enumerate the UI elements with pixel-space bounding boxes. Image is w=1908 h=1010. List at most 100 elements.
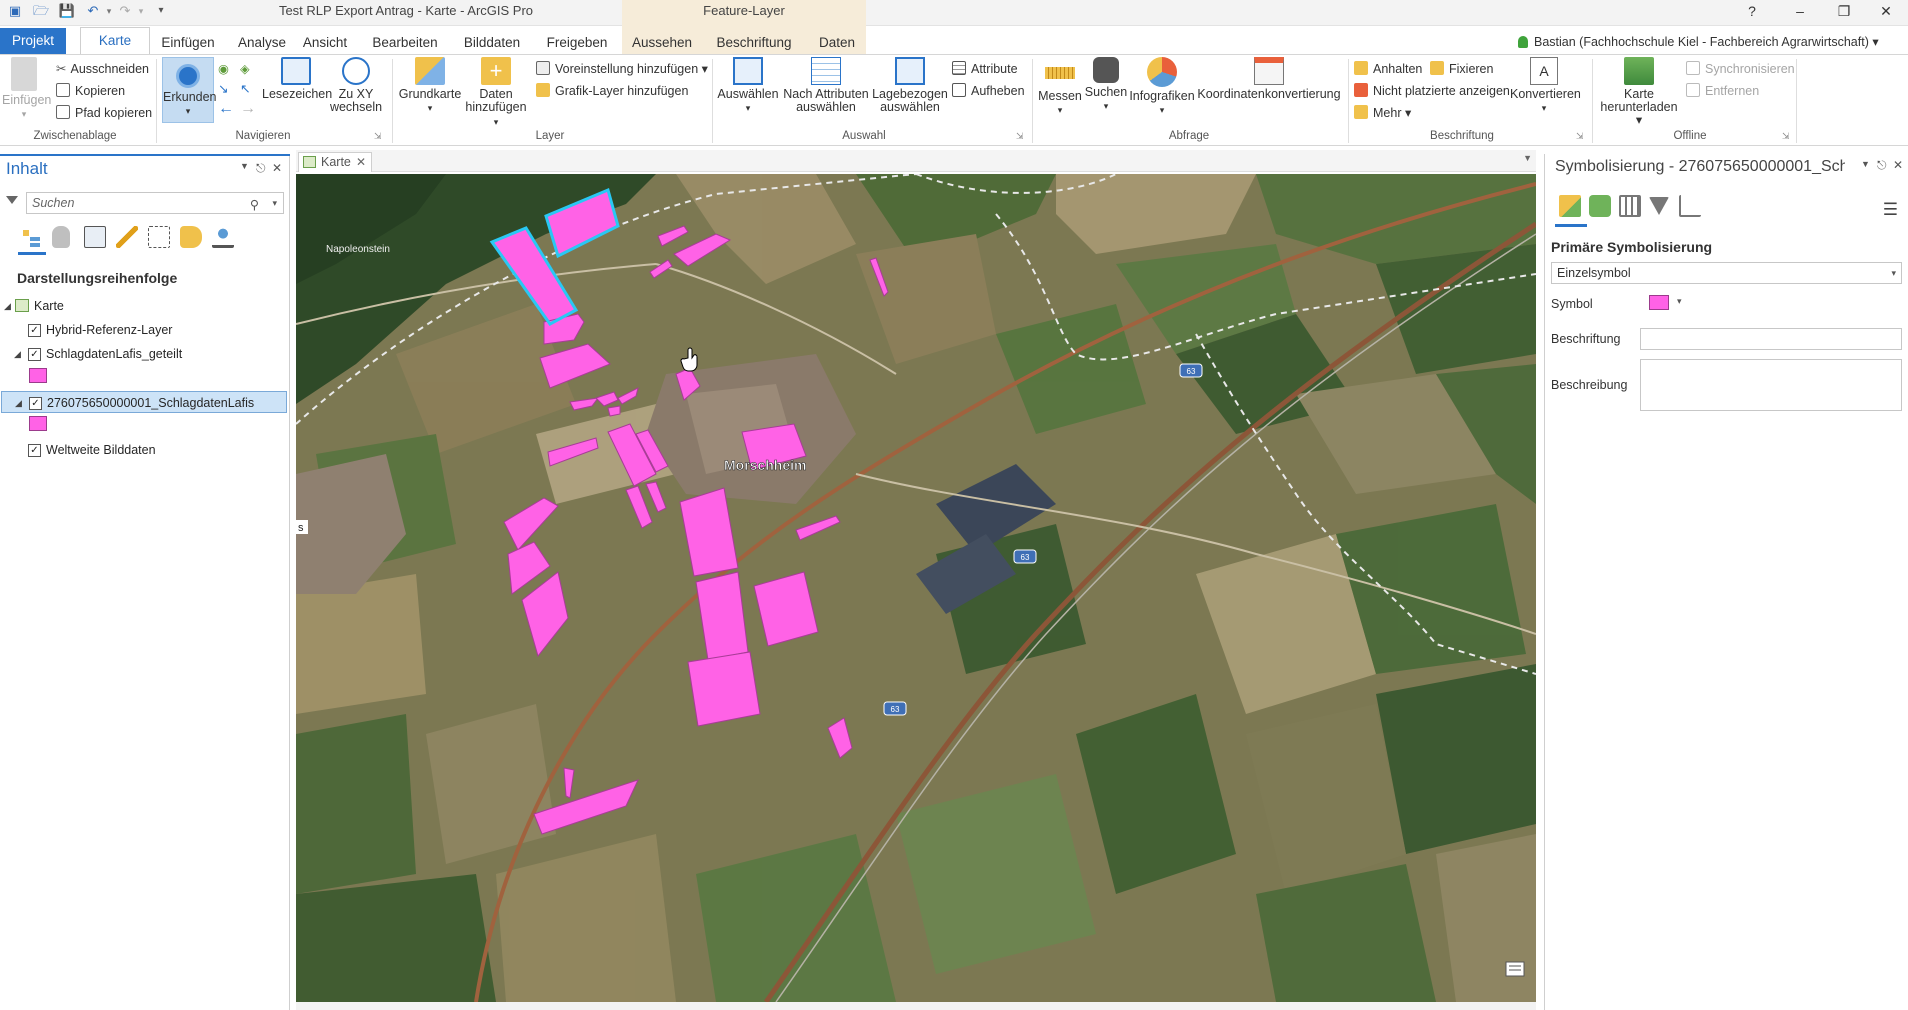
lesezeichen-button[interactable]: Lesezeichen [262, 57, 332, 101]
pane-options-icon[interactable]: ▼ [240, 161, 249, 171]
grundkarte-button[interactable]: Grundkarte ▾ [396, 57, 464, 115]
search-dropdown-icon[interactable]: ▾ [272, 193, 277, 213]
symbol-dropdown-icon[interactable]: ▾ [1677, 296, 1682, 307]
fixieren-button[interactable]: Fixieren [1430, 59, 1493, 79]
kopieren-button[interactable]: Kopieren [56, 81, 125, 101]
help-button[interactable]: ? [1732, 0, 1772, 22]
collapse-icon[interactable]: ◢ [15, 392, 22, 414]
ausschneiden-button[interactable]: ✂ Ausschneiden [56, 59, 149, 79]
hamburger-menu-icon[interactable]: ☰ [1883, 200, 1898, 220]
new-project-icon[interactable]: ▣ [6, 3, 24, 19]
grafik-layer-hinzufuegen-button[interactable]: Grafik-Layer hinzufügen [536, 81, 688, 101]
close-pane-icon[interactable]: ✕ [272, 161, 282, 175]
einfuegen-button[interactable]: Einfügen ▾ [2, 57, 51, 121]
pin-pane-icon[interactable]: ⎋ [256, 161, 266, 176]
filter-symbology-icon[interactable] [1649, 197, 1669, 215]
list-by-editing-icon[interactable] [116, 226, 138, 248]
auswaehlen-button[interactable]: Auswählen ▾ [716, 57, 780, 115]
mehr-button[interactable]: Mehr ▾ [1354, 103, 1411, 123]
navigieren-launcher-icon[interactable]: ⇲ [374, 126, 382, 146]
messen-button[interactable]: Messen ▾ [1036, 57, 1084, 117]
tab-ansicht[interactable]: Ansicht [298, 32, 352, 54]
vary-symbology-icon[interactable] [1589, 195, 1611, 217]
infografiken-button[interactable]: Infografiken ▾ [1128, 57, 1196, 117]
zu-xy-wechseln-button[interactable]: Zu XY wechseln [328, 57, 384, 114]
pane-options-icon[interactable]: ▼ [1861, 159, 1870, 169]
entfernen-button[interactable]: Entfernen [1686, 81, 1759, 101]
close-window-button[interactable]: ✕ [1866, 0, 1906, 22]
field-polygon[interactable] [607, 405, 621, 417]
customize-toolbar-icon[interactable]: ▾ [152, 3, 170, 19]
collapse-icon[interactable]: ◢ [14, 343, 21, 365]
konvertieren-button[interactable]: A Konvertieren ▾ [1510, 57, 1581, 115]
contents-search-input[interactable]: Suchen ⚲ ▾ [26, 192, 284, 214]
daten-hinzufuegen-button[interactable]: + Daten hinzufügen ▾ [462, 57, 530, 129]
fixed-zoom-out-icon[interactable]: ↖ [240, 79, 250, 99]
label-input[interactable] [1640, 328, 1902, 350]
list-by-selection-icon[interactable] [84, 226, 106, 248]
close-pane-icon[interactable]: ✕ [1893, 158, 1903, 172]
layer-visibility-checkbox[interactable]: ✓ [28, 444, 41, 457]
search-icon[interactable]: ⚲ [250, 195, 259, 215]
tab-analyse[interactable]: Analyse [226, 32, 298, 54]
advanced-symbology-icon[interactable] [1679, 195, 1701, 217]
voreinstellung-hinzufuegen-button[interactable]: Voreinstellung hinzufügen ▾ [536, 59, 708, 79]
erkunden-button[interactable]: Erkunden ▾ [162, 57, 217, 123]
collapse-icon[interactable]: ◢ [4, 295, 11, 317]
minimize-button[interactable]: – [1780, 0, 1820, 22]
tab-aussehen[interactable]: Aussehen [626, 32, 698, 54]
anhalten-button[interactable]: Anhalten [1354, 59, 1422, 79]
layer-visibility-checkbox[interactable]: ✓ [28, 348, 41, 361]
previous-extent-icon[interactable]: ← [218, 99, 234, 119]
tab-daten[interactable]: Daten [812, 32, 862, 54]
map-view-tab[interactable]: Karte ✕ [298, 152, 372, 172]
layer-row[interactable]: ◢ ✓ SchlagdatenLafis_geteilt [0, 343, 288, 365]
layer-symbol-swatch[interactable] [29, 416, 47, 431]
layer-visibility-checkbox[interactable]: ✓ [28, 324, 41, 337]
primary-symbology-icon[interactable] [1559, 195, 1581, 217]
user-account[interactable]: Bastian (Fachhochschule Kiel - Fachberei… [1518, 32, 1908, 69]
close-tab-icon[interactable]: ✕ [356, 153, 366, 171]
beschriftung-launcher-icon[interactable]: ⇲ [1576, 126, 1584, 146]
map-imagery[interactable]: 63 63 63 Napoleonstein Morschheim s [296, 174, 1536, 1002]
next-extent-icon[interactable]: → [240, 99, 256, 119]
pfad-kopieren-button[interactable]: Pfad kopieren [56, 103, 152, 123]
save-icon[interactable]: 💾 [58, 3, 76, 19]
field-polygon[interactable] [687, 651, 761, 727]
nicht-platzierte-anzeigen-button[interactable]: Nicht platzierte anzeigen [1354, 81, 1510, 101]
zoom-to-layer-icon[interactable]: ◈ [240, 59, 250, 79]
tab-karte[interactable]: Karte [80, 27, 150, 55]
tab-bilddaten[interactable]: Bilddaten [456, 32, 528, 54]
list-by-snapping-icon[interactable] [148, 226, 170, 248]
nach-attributen-auswaehlen-button[interactable]: Nach Attributen auswählen [780, 57, 872, 114]
view-tabs-dropdown-icon[interactable]: ▼ [1523, 153, 1532, 163]
suchen-button[interactable]: Suchen ▾ [1082, 57, 1130, 113]
tab-einfuegen[interactable]: Einfügen [150, 32, 226, 54]
list-by-drawing-order-icon[interactable] [20, 226, 42, 248]
restore-button[interactable]: ❐ [1824, 0, 1864, 22]
list-by-source-icon[interactable] [52, 226, 70, 248]
layer-symbol-swatch[interactable] [29, 368, 47, 383]
symbology-method-select[interactable]: Einzelsymbol ▾ [1551, 262, 1902, 284]
map-canvas[interactable]: 63 63 63 Napoleonstein Morschheim s [296, 174, 1536, 1002]
symbol-swatch-button[interactable] [1649, 295, 1669, 310]
redo-dropdown-icon[interactable]: ▾ [132, 3, 150, 19]
open-folder-icon[interactable]: 🗁 [32, 3, 50, 19]
tab-freigeben[interactable]: Freigeben [540, 32, 614, 54]
description-textarea[interactable] [1640, 359, 1902, 411]
fixed-zoom-in-icon[interactable]: ↘ [218, 79, 228, 99]
map-node[interactable]: ◢ Karte [0, 295, 288, 317]
full-extent-icon[interactable]: ◉ [218, 59, 229, 79]
layer-row[interactable]: ✓ Hybrid-Referenz-Layer [0, 319, 288, 341]
tab-beschriftung[interactable]: Beschriftung [712, 32, 796, 54]
pin-pane-icon[interactable]: ⎋ [1877, 158, 1887, 173]
aufheben-button[interactable]: Aufheben [952, 81, 1025, 101]
lagebezogen-auswaehlen-button[interactable]: Lagebezogen auswählen [870, 57, 950, 114]
layer-visibility-checkbox[interactable]: ✓ [29, 397, 42, 410]
synchronisieren-button[interactable]: Synchronisieren [1686, 59, 1795, 79]
offline-launcher-icon[interactable]: ⇲ [1782, 126, 1790, 146]
filter-icon[interactable] [6, 196, 18, 204]
koordinatenkonvertierung-button[interactable]: Koordinatenkonvertierung [1196, 57, 1342, 101]
tab-bearbeiten[interactable]: Bearbeiten [364, 32, 446, 54]
layer-row[interactable]: ✓ Weltweite Bilddaten [0, 439, 288, 461]
